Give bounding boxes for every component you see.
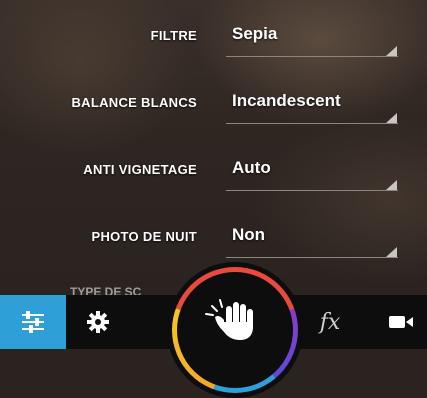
setting-value[interactable]: Sepia [232, 24, 277, 44]
dropdown-underline [226, 123, 398, 124]
dropdown-underline [226, 257, 398, 258]
dropdown-underline [226, 56, 398, 57]
effects-button[interactable]: fx [300, 295, 360, 349]
fx-icon: fx [319, 309, 341, 335]
settings-sliders-button[interactable] [0, 295, 66, 349]
setting-label: FILTRE [150, 28, 197, 43]
gear-icon [87, 311, 109, 333]
dropdown-corner-icon [386, 113, 397, 123]
dropdown-underline [226, 190, 398, 191]
dropdown-corner-icon [386, 46, 397, 56]
video-mode-button[interactable] [375, 295, 427, 349]
video-camera-icon [389, 316, 413, 328]
setting-label: PHOTO DE NUIT [91, 229, 197, 244]
setting-row-balance-blancs[interactable]: BALANCE BLANCS Incandescent [0, 75, 427, 135]
dropdown-corner-icon [386, 247, 397, 257]
dropdown-corner-icon [386, 180, 397, 190]
hand-gesture-icon[interactable] [202, 296, 268, 352]
sliders-icon [22, 311, 44, 333]
setting-value[interactable]: Incandescent [232, 91, 341, 111]
setting-label: ANTI VIGNETAGE [83, 162, 197, 177]
settings-button[interactable] [66, 295, 130, 349]
setting-value[interactable]: Auto [232, 158, 271, 178]
setting-row-photo-de-nuit[interactable]: PHOTO DE NUIT Non [0, 209, 427, 269]
setting-row-filtre[interactable]: FILTRE Sepia [0, 8, 427, 68]
setting-row-anti-vignetage[interactable]: ANTI VIGNETAGE Auto [0, 142, 427, 202]
setting-label: BALANCE BLANCS [71, 95, 197, 110]
setting-value[interactable]: Non [232, 225, 265, 245]
